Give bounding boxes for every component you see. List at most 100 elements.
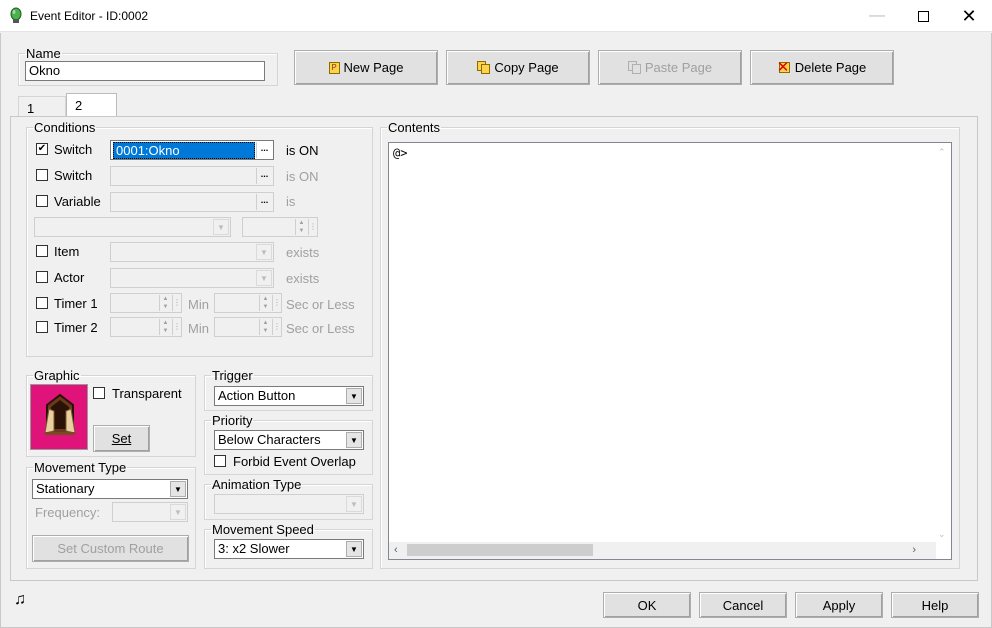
variable-label: Variable [54,194,101,209]
switch2-suffix: is ON [286,169,319,184]
contents-list[interactable]: @> ⌃ ⌄ ‹ › [388,142,952,560]
paste-page-label: Paste Page [644,60,713,75]
spinner-arrows-icon: ▲ ▼ [259,319,271,335]
variable-compare-select[interactable]: ▼ [34,217,231,237]
item-label: Item [54,244,80,259]
ok-label: OK [637,597,657,613]
apply-label: Apply [822,597,856,613]
timer1-checkbox[interactable] [36,297,48,309]
vertical-scrollbar[interactable]: ⌃ ⌄ [934,143,951,542]
timer1-min-spinner[interactable]: ▲ ▼ ⋮ [110,293,182,313]
contents-line[interactable]: @> [393,146,407,160]
transparent-label: Transparent [112,386,182,401]
timer1-sec-spinner[interactable]: ▲ ▼ ⋮ [214,293,282,313]
switch1-browse-button[interactable]: ... [256,142,272,158]
scroll-up-icon: ⌃ [938,147,946,157]
tab-page-2[interactable]: 2 [66,93,117,117]
delete-page-icon: ✕ [776,59,790,76]
timer2-sec-spinner[interactable]: ▲ ▼ ⋮ [214,317,282,337]
frequency-select[interactable]: ▼ [112,502,188,522]
switch2-field[interactable]: ... [110,166,274,186]
switch1-field[interactable]: 0001:Okno ... [110,140,274,160]
timer2-min-spinner[interactable]: ▲ ▼ ⋮ [110,317,182,337]
set-graphic-button[interactable]: Set [93,425,150,452]
paste-page-icon [627,61,641,74]
timer2-sec-label: Sec or Less [286,321,355,336]
actor-label: Actor [54,270,85,285]
chevron-down-icon: ▼ [256,270,272,286]
tab-page-1[interactable]: 1 [18,96,66,117]
chevron-down-icon: ▼ [346,496,362,512]
minimize-button[interactable]: — [854,0,900,32]
variable-field[interactable]: ... [110,192,274,212]
movement-type-legend: Movement Type [34,460,127,475]
cancel-button[interactable]: Cancel [699,592,787,618]
set-custom-route-label: Set Custom Route [57,541,164,556]
horizontal-scroll-thumb[interactable] [407,544,593,556]
timer2-checkbox[interactable] [36,321,48,333]
delete-page-button[interactable]: ✕ Delete Page [750,50,894,85]
spinner-dot-icon: ⋮ [308,219,317,235]
movement-speed-value: 3: x2 Slower [218,541,290,556]
movement-speed-select[interactable]: 3: x2 Slower ▼ [214,539,364,559]
set-custom-route-button[interactable]: Set Custom Route [32,535,189,562]
item-select[interactable]: ▼ [110,242,274,262]
scroll-left-icon[interactable]: ‹ [394,544,398,556]
actor-suffix: exists [286,271,320,286]
graphic-legend: Graphic [34,368,80,383]
movement-type-select[interactable]: Stationary ▼ [32,479,188,499]
apply-button[interactable]: Apply [795,592,883,618]
priority-value: Below Characters [218,432,321,447]
priority-select[interactable]: Below Characters ▼ [214,430,364,450]
conditions-legend: Conditions [34,120,96,135]
maximize-button[interactable] [900,0,946,32]
ok-button[interactable]: OK [603,592,691,618]
new-page-button[interactable]: P New Page [294,50,438,85]
switch1-checkbox[interactable]: ✔ [36,143,48,155]
copy-page-button[interactable]: Copy Page [446,50,590,85]
variable-checkbox[interactable] [36,195,48,207]
animation-type-select[interactable]: ▼ [214,494,364,514]
app-icon [10,7,22,23]
copy-page-icon [477,61,491,74]
graphic-preview[interactable] [30,384,88,450]
timer1-sec-label: Sec or Less [286,297,355,312]
variable-value-spinner[interactable]: ▲ ▼ ⋮ [242,217,318,237]
spinner-dot-icon: ⋮ [172,319,181,335]
chevron-down-icon: ▼ [170,481,186,497]
timer1-min-label: Min [188,297,209,312]
trigger-value: Action Button [218,388,296,403]
switch2-browse-button[interactable]: ... [256,168,272,184]
spinner-arrows-icon: ▲ ▼ [295,219,307,235]
scroll-right-icon[interactable]: › [912,544,916,556]
close-button[interactable]: ✕ [946,0,992,32]
close-icon: ✕ [961,5,977,26]
movement-speed-legend: Movement Speed [212,522,314,537]
help-button[interactable]: Help [891,592,979,618]
forbid-overlap-checkbox[interactable] [214,455,226,467]
name-input[interactable]: Okno [25,61,265,81]
music-note-icon[interactable]: ♫ [14,591,26,609]
variable-browse-button[interactable]: ... [256,194,272,210]
forbid-overlap-label: Forbid Event Overlap [233,454,356,469]
item-checkbox[interactable] [36,245,48,257]
trigger-select[interactable]: Action Button ▼ [214,386,364,406]
switch2-checkbox[interactable] [36,169,48,181]
horizontal-scrollbar[interactable]: ‹ › [389,542,936,559]
actor-checkbox[interactable] [36,271,48,283]
maximize-icon [917,10,929,22]
timer2-min-label: Min [188,321,209,336]
scroll-down-icon: ⌄ [938,529,946,539]
cancel-label: Cancel [722,597,764,613]
switch2-label: Switch [54,168,93,183]
spinner-arrows-icon: ▲ ▼ [159,295,171,311]
paste-page-button[interactable]: Paste Page [598,50,742,85]
transparent-checkbox[interactable] [93,387,105,399]
animation-type-legend: Animation Type [212,477,302,492]
tab-page-1-label: 1 [27,101,35,116]
spinner-arrows-icon: ▲ ▼ [159,319,171,335]
spinner-dot-icon: ⋮ [272,295,281,311]
new-page-icon: P [328,61,340,74]
switch1-value: 0001:Okno [113,142,255,159]
actor-select[interactable]: ▼ [110,268,274,288]
